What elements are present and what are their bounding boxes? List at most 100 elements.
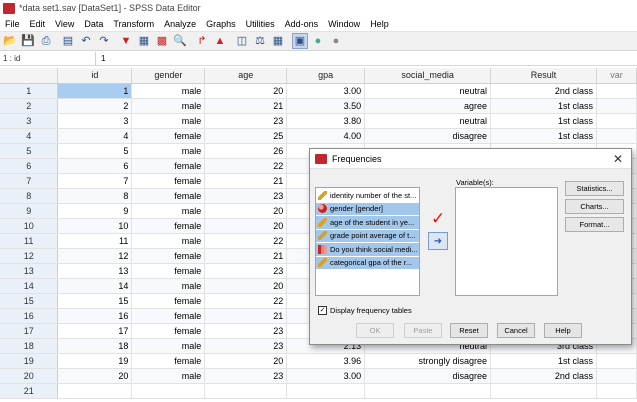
source-variable-item[interactable]: grade point average of t...	[316, 229, 419, 242]
row-number[interactable]: 18	[0, 338, 59, 354]
ok-button[interactable]: OK	[356, 323, 394, 338]
table-cell[interactable]: 8	[57, 188, 133, 204]
column-header[interactable]: age	[204, 68, 288, 84]
row-number[interactable]: 11	[0, 233, 59, 249]
column-header[interactable]: id	[57, 68, 133, 84]
table-cell[interactable]	[204, 383, 288, 399]
table-cell[interactable]: male	[131, 83, 206, 99]
table-cell[interactable]: 15	[57, 293, 133, 309]
undo-icon[interactable]: ↶	[78, 33, 94, 49]
source-variable-list[interactable]: identity number of the st... gender [gen…	[315, 187, 420, 296]
table-cell[interactable]: 12	[57, 248, 133, 264]
table-cell[interactable]	[57, 383, 133, 399]
table-cell[interactable]: 26	[204, 143, 288, 159]
row-number[interactable]: 1	[0, 83, 59, 99]
row-number[interactable]: 6	[0, 158, 59, 174]
table-cell[interactable]	[364, 383, 492, 399]
empty-var-cell[interactable]	[596, 113, 637, 129]
reset-button[interactable]: Reset	[450, 323, 488, 338]
column-header[interactable]: gpa	[286, 68, 366, 84]
table-cell[interactable]: 23	[204, 323, 288, 339]
row-number[interactable]: 20	[0, 368, 59, 384]
table-cell[interactable]: 1st class	[490, 128, 597, 144]
row-number[interactable]: 2	[0, 98, 59, 114]
display-frequency-tables-checkbox[interactable]: ✓	[318, 306, 327, 315]
close-icon[interactable]: ✕	[613, 152, 623, 166]
dialog-recall-icon[interactable]: ▤	[60, 33, 76, 49]
table-cell[interactable]: 20	[204, 353, 288, 369]
table-cell[interactable]: 1st class	[490, 353, 597, 369]
table-cell[interactable]: female	[131, 353, 206, 369]
table-cell[interactable]: 3	[57, 113, 133, 129]
table-cell[interactable]: 10	[57, 218, 133, 234]
menu-analyze[interactable]: Analyze	[159, 19, 201, 29]
menu-data[interactable]: Data	[79, 19, 108, 29]
row-number[interactable]: 17	[0, 323, 59, 339]
row-number[interactable]: 14	[0, 278, 59, 294]
table-cell[interactable]: 20	[57, 368, 133, 384]
table-cell[interactable]: 23	[204, 338, 288, 354]
empty-var-cell[interactable]	[596, 128, 637, 144]
table-cell[interactable]: 3.96	[286, 353, 366, 369]
table-cell[interactable]: 11	[57, 233, 133, 249]
table-cell[interactable]: neutral	[364, 113, 492, 129]
table-cell[interactable]: 21	[204, 98, 288, 114]
source-variable-item[interactable]: gender [gender]	[316, 202, 419, 215]
table-cell[interactable]: 13	[57, 263, 133, 279]
cell-name-box[interactable]: 1 : id	[0, 51, 96, 65]
table-cell[interactable]: 20	[204, 278, 288, 294]
help-button[interactable]: Help	[544, 323, 582, 338]
table-cell[interactable]: female	[131, 323, 206, 339]
menu-view[interactable]: View	[50, 19, 79, 29]
empty-var-cell[interactable]	[596, 83, 637, 99]
row-number[interactable]: 15	[0, 293, 59, 309]
print-icon[interactable]: ⎙	[38, 33, 54, 49]
empty-var-cell[interactable]	[596, 353, 637, 369]
menu-help[interactable]: Help	[365, 19, 394, 29]
source-variable-item[interactable]: categorical gpa of the r...	[316, 256, 419, 269]
table-cell[interactable]: 1	[57, 83, 133, 99]
row-number[interactable]: 10	[0, 218, 59, 234]
table-cell[interactable]: 20	[204, 203, 288, 219]
find-icon[interactable]: 🔍	[172, 33, 188, 49]
row-number[interactable]: 12	[0, 248, 59, 264]
value-labels-icon[interactable]: ▣	[292, 33, 308, 49]
table-cell[interactable]: 14	[57, 278, 133, 294]
table-cell[interactable]: 23	[204, 263, 288, 279]
table-cell[interactable]: strongly disagree	[364, 353, 492, 369]
table-cell[interactable]: 3.00	[286, 83, 366, 99]
split-file-icon[interactable]: ◫	[234, 33, 250, 49]
column-header[interactable]: var	[596, 68, 637, 84]
row-number[interactable]: 7	[0, 173, 59, 189]
table-cell[interactable]: male	[131, 278, 206, 294]
table-cell[interactable]: 25	[204, 128, 288, 144]
table-cell[interactable]: 20	[204, 218, 288, 234]
table-cell[interactable]: male	[131, 338, 206, 354]
table-cell[interactable]: 23	[204, 368, 288, 384]
table-cell[interactable]: 20	[204, 83, 288, 99]
menu-utilities[interactable]: Utilities	[241, 19, 280, 29]
variables-icon[interactable]: ▩	[154, 33, 170, 49]
redo-icon[interactable]: ↷	[96, 33, 112, 49]
table-cell[interactable]: 22	[204, 233, 288, 249]
row-number[interactable]: 13	[0, 263, 59, 279]
table-cell[interactable]: disagree	[364, 128, 492, 144]
table-cell[interactable]: female	[131, 308, 206, 324]
table-cell[interactable]: 6	[57, 158, 133, 174]
format-button[interactable]: Format...	[565, 217, 624, 232]
select-cases-icon[interactable]: ▦	[270, 33, 286, 49]
row-number[interactable]: 19	[0, 353, 59, 369]
table-cell[interactable]: 21	[204, 248, 288, 264]
menu-file[interactable]: File	[0, 19, 25, 29]
display-frequency-tables-option[interactable]: ✓ Display frequency tables	[318, 306, 412, 315]
table-cell[interactable]: male	[131, 368, 206, 384]
charts-button[interactable]: Charts...	[565, 199, 624, 214]
table-cell[interactable]: 7	[57, 173, 133, 189]
source-variable-item[interactable]: Do you think social medi...	[316, 243, 419, 256]
use-sets-icon[interactable]: ●	[310, 33, 326, 49]
table-cell[interactable]	[286, 383, 366, 399]
menu-edit[interactable]: Edit	[25, 19, 51, 29]
selected-variables-list[interactable]	[455, 187, 558, 296]
table-cell[interactable]: female	[131, 263, 206, 279]
goto-case-icon[interactable]: ▼	[118, 33, 134, 49]
